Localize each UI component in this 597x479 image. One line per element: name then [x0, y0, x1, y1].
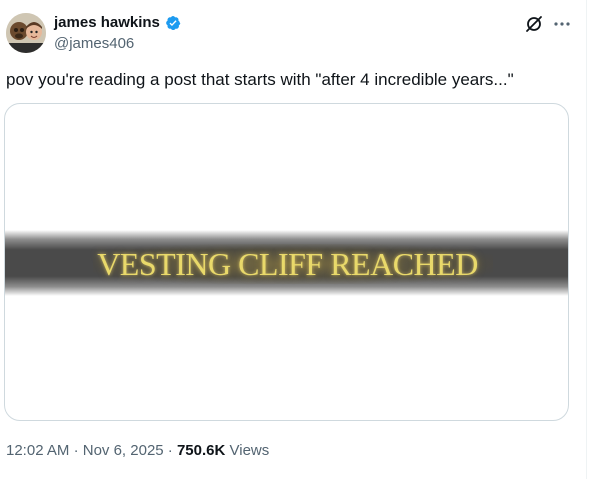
tweet-media[interactable]: VESTING CLIFF REACHED [4, 103, 569, 421]
author-handle[interactable]: @james406 [54, 34, 134, 54]
more-options-icon[interactable] [552, 14, 572, 34]
meta-separator: · [73, 442, 79, 459]
grok-icon[interactable] [524, 14, 544, 34]
tweet-time[interactable]: 12:02 AM [6, 442, 69, 459]
meta-separator: · [167, 442, 173, 459]
views-label: Views [229, 442, 270, 459]
timeline-divider [586, 0, 587, 479]
author-name-text[interactable]: james hawkins [54, 13, 160, 33]
tweet-meta: 12:02 AM · Nov 6, 2025 · 750.6K Views [6, 441, 269, 461]
tweet-text: pov you're reading a post that starts wi… [6, 70, 514, 89]
verified-badge-icon [166, 15, 181, 31]
views-count[interactable]: 750.6K [177, 442, 225, 459]
media-caption-text: VESTING CLIFF REACHED [97, 246, 478, 282]
author-display-name[interactable]: james hawkins [54, 13, 181, 33]
avatar[interactable] [6, 13, 46, 53]
tweet-date[interactable]: Nov 6, 2025 [83, 442, 164, 459]
